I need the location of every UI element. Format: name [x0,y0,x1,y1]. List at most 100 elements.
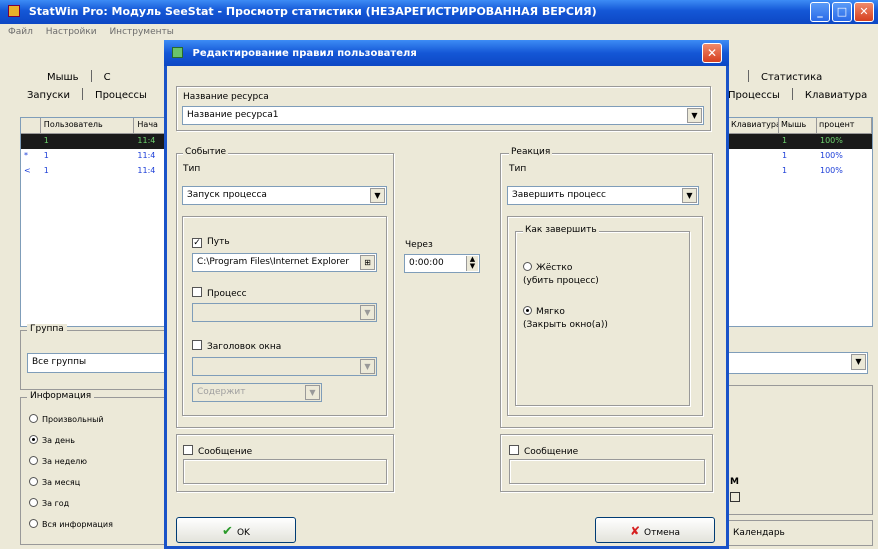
dialog-close-button[interactable]: ✕ [702,43,722,63]
spinner-icon[interactable]: ▲ ▼ [466,256,478,271]
soft-description: (Закрыть окно(а)) [523,320,608,330]
cross-icon: ✘ [629,524,640,538]
right-select[interactable]: ▼ [728,352,868,374]
detail-box: Информация Произвольный За день За недел… [20,391,170,545]
radio-icon [29,519,38,528]
window-title-select[interactable]: ▼ [192,357,377,376]
stats-grid[interactable]: Клавиатура Мышь процент 1 100% 1 100% 1 … [728,117,873,327]
checkmark-icon: ✓ [192,238,202,248]
ok-button[interactable]: ✔ OK [176,517,296,543]
chevron-down-icon[interactable]: ▼ [687,108,702,123]
table-row[interactable]: < 1 11:4 [21,164,167,179]
process-checkbox[interactable]: Процесс [192,287,247,299]
radio-icon [29,414,38,423]
window-title-checkbox[interactable]: Заголовок окна [192,340,281,352]
event-message-checkbox[interactable]: Сообщение [183,445,252,457]
browse-icon[interactable]: ⊞ [360,255,375,270]
radio-hard[interactable]: Жёстко [523,262,572,273]
event-message-field[interactable] [183,459,387,484]
right-mark: М [730,477,739,487]
radio-day[interactable]: За день [29,435,113,456]
hard-description: (убить процесс) [523,276,599,286]
window-controls: _ □ ✕ [810,2,874,22]
tab-launches[interactable]: Запуски [27,90,70,101]
radio-icon [523,262,532,271]
reaction-legend: Реакция [509,147,553,157]
resource-select[interactable]: Название ресурса1 ▼ [182,106,704,125]
checkbox-icon [192,287,202,297]
table-row[interactable]: 1 11:4 [21,134,167,149]
column-header-start[interactable]: Нача [134,118,167,133]
match-mode-select[interactable]: Содержит ▼ [192,383,322,402]
delay-label: Через [405,240,433,250]
cancel-button[interactable]: ✘ Отмена [595,517,715,543]
column-header-indicator [21,118,41,133]
radio-soft[interactable]: Мягко [523,306,565,317]
tab-keyboard[interactable]: Клавиатура [805,90,867,101]
radio-icon [29,456,38,465]
process-select[interactable]: ▼ [192,303,377,322]
chevron-down-icon[interactable]: ▼ [360,305,375,320]
tab-mouse[interactable]: Мышь [47,72,79,83]
tab-processes[interactable]: Процессы [95,90,147,101]
reaction-type-select[interactable]: Завершить процесс ▼ [507,186,699,205]
group-select[interactable]: Все группы [27,353,167,373]
tab-statistics[interactable]: Статистика [761,72,822,83]
table-row[interactable]: 1 100% [729,164,872,179]
app-icon [8,5,20,17]
detail-label: Информация [27,391,95,401]
right-panel [728,385,873,515]
sessions-grid[interactable]: Пользователь Нача 1 11:4 * 1 11:4 < 1 11… [20,117,168,327]
checkbox-icon [192,340,202,350]
column-header-user[interactable]: Пользователь [41,118,135,133]
reaction-type-label: Тип [509,164,527,174]
checkbox-icon [183,445,193,455]
close-button[interactable]: ✕ [854,2,874,22]
radio-icon [29,477,38,486]
checkmark-icon: ✔ [222,524,233,539]
path-checkbox[interactable]: ✓ Путь [192,237,230,248]
column-header-mouse[interactable]: Мышь [779,118,817,133]
calendar-button[interactable]: Календарь [728,520,873,546]
edit-rule-dialog: Редактирование правил пользователя ✕ Наз… [164,40,729,549]
chevron-down-icon[interactable]: ▼ [851,354,866,370]
minimize-button[interactable]: _ [810,2,830,22]
radio-week[interactable]: За неделю [29,456,113,477]
how-terminate-box [515,231,690,406]
chevron-down-icon[interactable]: ▼ [305,385,320,400]
right-checkbox[interactable] [730,492,740,502]
radio-all[interactable]: Вся информация [29,519,113,540]
checkbox-icon [509,445,519,455]
dialog-icon [172,47,183,58]
table-row[interactable]: 1 100% [729,134,872,149]
reaction-message-checkbox[interactable]: Сообщение [509,445,578,457]
radio-month[interactable]: За месяц [29,477,113,498]
reaction-message-field[interactable] [509,459,705,484]
dialog-title: Редактирование правил пользователя [192,48,417,59]
tab-c[interactable]: С [104,72,111,83]
chevron-down-icon[interactable]: ▼ [370,188,385,203]
dialog-title-bar: Редактирование правил пользователя [164,40,729,66]
column-header-percent[interactable]: процент [817,118,872,133]
radio-year[interactable]: За год [29,498,113,519]
group-label: Группа [27,324,67,334]
table-row[interactable]: 1 100% [729,149,872,164]
chevron-down-icon[interactable]: ▼ [360,359,375,374]
how-terminate-legend: Как завершить [523,225,599,235]
path-input[interactable]: C:\Program Files\Internet Explorer ⊞ [192,253,377,272]
chevron-down-icon[interactable]: ▼ [682,188,697,203]
column-header-keyboard[interactable]: Клавиатура [729,118,779,133]
table-row[interactable]: * 1 11:4 [21,149,167,164]
event-legend: Событие [183,147,229,157]
menu-settings[interactable]: Настройки [46,27,97,37]
menu-tools[interactable]: Инструменты [109,27,173,37]
menu-file[interactable]: Файл [8,27,33,37]
radio-icon [29,435,38,444]
main-title-bar: StatWin Pro: Модуль SeeStat - Просмотр с… [0,0,878,24]
delay-input[interactable]: 0:00:00 ▲ ▼ [404,254,480,273]
event-type-select[interactable]: Запуск процесса ▼ [182,186,387,205]
radio-custom[interactable]: Произвольный [29,414,113,435]
event-type-label: Тип [183,164,201,174]
maximize-button[interactable]: □ [832,2,852,22]
tab-processes-right[interactable]: Процессы [728,90,780,101]
